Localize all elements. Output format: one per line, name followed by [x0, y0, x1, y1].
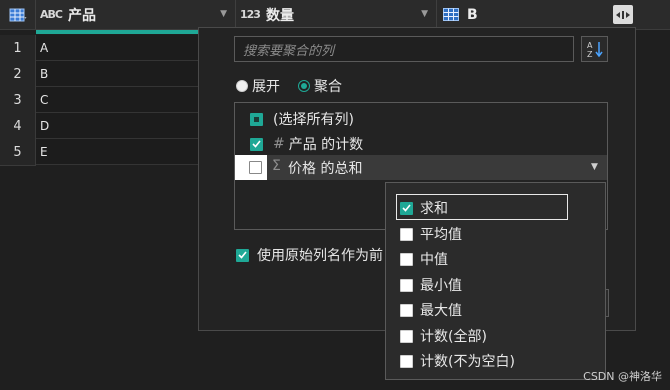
sigma-icon: Σ — [272, 158, 281, 174]
radio-circle-selected[interactable] — [298, 80, 310, 92]
checkbox-checked-icon[interactable] — [400, 201, 413, 215]
search-input[interactable]: 搜索要聚合的列 — [234, 36, 574, 62]
dropdown-item-label: 计数(全部) — [420, 329, 487, 345]
checkbox-unchecked-icon[interactable] — [400, 329, 413, 343]
dropdown-item-max[interactable]: 最大值 — [400, 300, 462, 320]
row-number[interactable]: 1 — [0, 35, 36, 62]
radio-aggregate-label: 聚合 — [314, 79, 342, 95]
dropdown-item-label: 计数(不为空白) — [420, 354, 515, 370]
checkbox-unchecked-icon[interactable] — [400, 252, 413, 266]
table-cell[interactable]: A — [36, 35, 198, 61]
radio-expand-label: 展开 — [252, 79, 280, 95]
dropdown-item-count-nonblank[interactable]: 计数(不为空白) — [400, 351, 515, 371]
list-item-price-sum[interactable]: Σ 价格 的总和 ▼ — [235, 155, 607, 180]
table-icon — [9, 8, 27, 22]
use-original-name-option[interactable]: 使用原始列名作为前 — [236, 245, 383, 265]
dropdown-item-label: 最大值 — [420, 303, 462, 319]
expand-column-icon[interactable] — [613, 5, 633, 24]
row-number[interactable]: 4 — [0, 113, 36, 140]
table-cell[interactable]: E — [36, 139, 198, 165]
list-item-select-all[interactable]: (选择所有列) — [250, 109, 354, 129]
dropdown-item-min[interactable]: 最小值 — [400, 275, 462, 295]
checkbox-unchecked-icon[interactable] — [400, 303, 413, 317]
dropdown-item-label: 平均值 — [420, 227, 462, 243]
checkbox-unchecked-icon[interactable] — [249, 161, 262, 174]
dropdown-item-sum[interactable]: 求和 — [400, 198, 448, 218]
column-header-product[interactable]: ABC 产品 ▼ — [36, 0, 236, 29]
table-cell[interactable]: C — [36, 87, 198, 113]
checkbox-partial-icon[interactable] — [250, 112, 263, 126]
chevron-down-icon[interactable]: ▼ — [220, 9, 227, 19]
row-number[interactable]: 3 — [0, 87, 36, 114]
svg-text:Z: Z — [587, 50, 593, 58]
dropdown-item-average[interactable]: 平均值 — [400, 224, 462, 244]
checkbox-unchecked-icon[interactable] — [400, 227, 413, 241]
row-number[interactable]: 5 — [0, 139, 36, 166]
table-type-icon[interactable] — [443, 8, 459, 21]
radio-expand[interactable]: 展开 — [236, 76, 280, 96]
text-type-icon[interactable]: ABC — [40, 8, 63, 21]
list-item-label: 产品 的计数 — [288, 137, 364, 153]
table-cell[interactable]: B — [36, 61, 198, 87]
radio-circle[interactable] — [236, 80, 248, 92]
column-header-quantity[interactable]: 123 数量 ▼ — [236, 0, 437, 29]
sort-az-icon: AZ — [586, 40, 604, 58]
dropdown-item-label: 最小值 — [420, 278, 462, 294]
chevron-down-icon[interactable]: ▼ — [591, 162, 598, 172]
dropdown-item-label: 中值 — [420, 252, 448, 268]
table-cell[interactable]: D — [36, 113, 198, 139]
column-header-label: 数量 — [265, 7, 294, 24]
column-header-label: B — [467, 6, 478, 23]
sort-button[interactable]: AZ — [581, 36, 608, 62]
list-item-product-count[interactable]: # 产品 的计数 — [250, 134, 363, 154]
radio-aggregate[interactable]: 聚合 — [298, 76, 342, 96]
checkbox-checked-icon[interactable] — [250, 137, 263, 151]
column-header-label: 产品 — [67, 7, 96, 24]
column-header-b[interactable]: B — [437, 0, 670, 29]
list-item-label: (选择所有列) — [273, 112, 354, 128]
svg-text:A: A — [587, 41, 593, 50]
checkbox-unchecked-icon[interactable] — [400, 354, 413, 368]
number-type-icon[interactable]: 123 — [240, 8, 261, 21]
column-quality-bar — [36, 30, 198, 34]
table-menu-button[interactable] — [0, 0, 36, 29]
row-number[interactable]: 2 — [0, 61, 36, 88]
chevron-down-icon[interactable]: ▼ — [421, 9, 428, 19]
checkbox-unchecked-icon[interactable] — [400, 278, 413, 292]
watermark: CSDN @神洛华 — [583, 370, 662, 383]
use-original-name-label: 使用原始列名作为前 — [257, 248, 383, 264]
dropdown-item-label: 求和 — [420, 201, 448, 217]
list-item-label: 价格 的总和 — [288, 161, 363, 177]
hash-icon: # — [273, 136, 285, 152]
dropdown-item-median[interactable]: 中值 — [400, 249, 448, 269]
checkbox-checked-icon[interactable] — [236, 248, 249, 262]
dropdown-item-count-all[interactable]: 计数(全部) — [400, 326, 487, 346]
